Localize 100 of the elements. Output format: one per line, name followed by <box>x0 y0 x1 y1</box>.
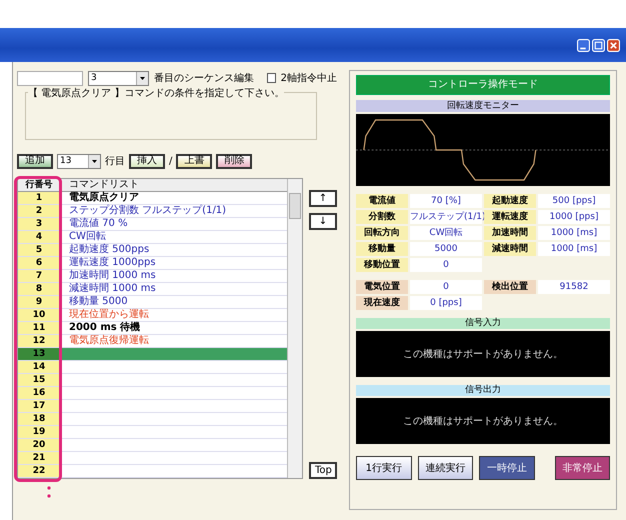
minimize-icon[interactable] <box>577 38 590 52</box>
list-row[interactable]: 10 現在位置から運転 <box>18 309 288 322</box>
signal-message: この機種はサポートがありません。 <box>403 348 563 361</box>
row-number: 16 <box>18 387 61 399</box>
parameter-value: 1000 [pps] <box>538 210 610 224</box>
column-header: コマンドリスト <box>68 179 139 191</box>
sequence-label: 番目のシーケンス編集 <box>154 72 254 85</box>
signal-message: この機種はサポートがありません。 <box>403 414 563 428</box>
signal-header: 信号出力 <box>356 385 610 396</box>
add-button[interactable]: 追加 <box>17 154 53 168</box>
delete-button[interactable]: 削除 <box>216 154 252 168</box>
action-button[interactable]: 1行実行 <box>356 456 412 480</box>
parameter-value: 0 [pps] <box>410 296 482 310</box>
list-row[interactable]: 2 ステップ分割数 フルステップ(1/1) <box>18 205 288 218</box>
overwrite-button[interactable]: 上書 <box>176 154 212 168</box>
row-number: 10 <box>18 309 61 321</box>
move-up-button[interactable]: ↑ <box>309 190 337 207</box>
line-label: 行目 <box>105 155 125 168</box>
signal-header: 信号入力 <box>356 318 610 329</box>
separator-text: / <box>169 156 172 166</box>
row-number: 14 <box>18 361 61 373</box>
row-number: 18 <box>18 413 61 425</box>
parameter-label: 移動位置 <box>356 258 408 272</box>
row-number: 15 <box>18 374 61 386</box>
list-row[interactable]: 19 <box>18 426 288 439</box>
mode-header: コントローラ操作モード <box>356 75 610 95</box>
command-text: 起動速度 500pps <box>68 244 150 256</box>
group-title: 【 電気原点クリア 】コマンドの条件を指定して下さい。 <box>28 86 284 100</box>
row-number: 9 <box>18 296 61 308</box>
top-button[interactable]: Top <box>309 462 337 479</box>
list-row[interactable]: 22 <box>18 465 288 478</box>
list-row[interactable]: 14 <box>18 361 288 374</box>
command-text: 減速時間 1000 ms <box>68 283 156 295</box>
parameter-value: 0 <box>410 258 482 272</box>
row-number: 20 <box>18 439 61 451</box>
list-row[interactable]: 5 起動速度 500pps <box>18 244 288 257</box>
dotted-line <box>47 485 51 499</box>
list-row[interactable]: 8 減速時間 1000 ms <box>18 283 288 296</box>
row-number: 17 <box>18 400 61 412</box>
list-row[interactable]: 4 CW回転 <box>18 231 288 244</box>
list-row[interactable]: 1 電気原点クリア <box>18 192 288 205</box>
command-text: CW回転 <box>68 231 106 243</box>
row-number: 4 <box>18 231 61 243</box>
sequence-dropdown[interactable]: 3 <box>88 70 149 86</box>
insert-button[interactable]: 挿入 <box>129 154 165 168</box>
command-text: 電流値 70 % <box>68 218 128 230</box>
list-row[interactable]: 13 <box>18 348 288 361</box>
row-number: 22 <box>18 465 61 477</box>
list-row[interactable]: 7 加速時間 1000 ms <box>18 270 288 283</box>
command-text: 移動量 5000 <box>68 296 128 308</box>
list-row[interactable]: 11 2000 ms 待機 <box>18 322 288 335</box>
parameter-value: 500 [pps] <box>538 194 610 208</box>
list-row[interactable]: 16 <box>18 387 288 400</box>
list-row[interactable]: 18 <box>18 413 288 426</box>
command-text: 加速時間 1000 ms <box>68 270 156 282</box>
parameter-label: 現在速度 <box>356 296 408 310</box>
list-row[interactable]: 17 <box>18 400 288 413</box>
monitor-header: 回転速度モニター <box>356 100 610 112</box>
parameter-label: 運転速度 <box>484 210 536 224</box>
list-row[interactable]: 6 運転速度 1000pps <box>18 257 288 270</box>
checkbox-label: 2軸指令中止 <box>280 72 337 85</box>
parameter-label: 検出位置 <box>484 280 536 294</box>
command-text: 運転速度 1000pps <box>68 257 156 269</box>
row-number: 13 <box>18 348 61 360</box>
row-number: 19 <box>18 426 61 438</box>
command-text: 電気原点クリア <box>68 192 139 204</box>
row-number: 5 <box>18 244 61 256</box>
scrollbar[interactable] <box>287 179 302 478</box>
list-row[interactable]: 21 <box>18 452 288 465</box>
input-field[interactable] <box>17 70 83 86</box>
parameter-label: 減速時間 <box>484 242 536 256</box>
parameter-value: 0 <box>410 280 482 294</box>
parameter-value: 5000 <box>410 242 482 256</box>
row-number: 2 <box>18 205 61 217</box>
row-number: 21 <box>18 452 61 464</box>
row-number: 1 <box>18 192 61 204</box>
command-text: ステップ分割数 フルステップ(1/1) <box>68 205 226 217</box>
parameter-label: 起動速度 <box>484 194 536 208</box>
row-number: 7 <box>18 270 61 282</box>
list-row[interactable]: 20 <box>18 439 288 452</box>
list-row[interactable]: 9 移動量 5000 <box>18 296 288 309</box>
parameter-label: 電流値 <box>356 194 408 208</box>
row-number: 3 <box>18 218 61 230</box>
row-number: 12 <box>18 335 61 347</box>
list-row[interactable]: 3 電流値 70 % <box>18 218 288 231</box>
move-down-button[interactable]: ↓ <box>309 213 337 230</box>
line-dropdown[interactable]: 13 <box>57 154 101 168</box>
parameter-value: 70 [%] <box>410 194 482 208</box>
maximize-icon[interactable] <box>592 38 605 52</box>
close-icon[interactable] <box>607 38 620 52</box>
list-row[interactable]: 15 <box>18 374 288 387</box>
row-number: 8 <box>18 283 61 295</box>
action-button[interactable]: 連続実行 <box>418 456 473 480</box>
parameter-label: 分割数 <box>356 210 408 224</box>
command-text: 現在位置から運転 <box>68 309 149 321</box>
parameter-value: 1000 [ms] <box>538 226 610 240</box>
parameter-value: 91582 <box>538 280 610 294</box>
parameter-value: CW回転 <box>410 226 482 240</box>
checkbox[interactable] <box>266 73 276 83</box>
parameter-label: 回転方向 <box>356 226 408 240</box>
